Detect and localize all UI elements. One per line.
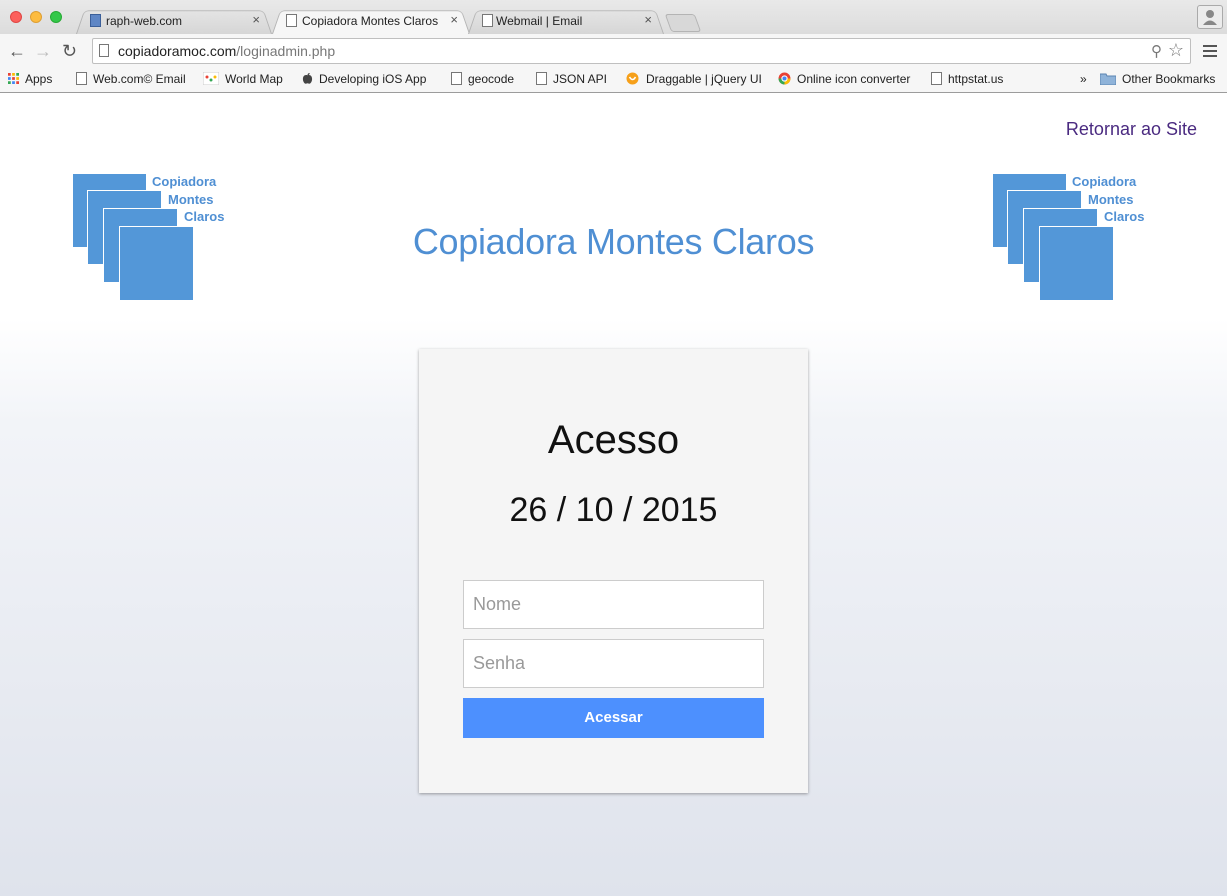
profile-button[interactable] (1197, 5, 1223, 29)
tab-title: Webmail | Email (496, 14, 583, 28)
login-card: Acesso 26 / 10 / 2015 Acessar (419, 349, 808, 793)
forward-arrow-icon[interactable]: → (34, 41, 52, 61)
bookmarks-overflow-button[interactable]: » (1080, 72, 1087, 86)
bookmark-label: Apps (25, 72, 53, 86)
folder-icon (1100, 73, 1116, 85)
logo-text: Montes (1088, 192, 1134, 207)
logo-text: Copiadora (1072, 174, 1137, 189)
page-icon (76, 72, 87, 85)
bookmark-label: geocode (468, 72, 515, 86)
minimize-window-button[interactable] (30, 11, 42, 23)
password-input[interactable] (463, 639, 764, 688)
chrome-menu-icon[interactable] (1203, 43, 1217, 60)
bookmark-label: World Map (225, 72, 283, 86)
tab-title: Copiadora Montes Claros (302, 14, 439, 28)
tab-title: raph-web.com (106, 14, 183, 28)
apple-icon (302, 73, 313, 84)
page-content: Retornar ao Site Copiadora Montes Claros… (0, 93, 1227, 896)
logo-right: Copiadora Montes Claros (992, 173, 1152, 303)
bookmark-apps[interactable]: Apps (8, 72, 52, 86)
page-icon (536, 72, 547, 85)
url-path: /loginadmin.php (236, 43, 336, 59)
logo-text: Montes (168, 192, 214, 207)
tab-close-icon[interactable]: × (644, 12, 652, 27)
tab-webmail[interactable]: Webmail | Email × (468, 8, 664, 34)
other-bookmarks-folder[interactable]: Other Bookmarks (1100, 72, 1215, 86)
login-heading: Acesso (547, 418, 680, 462)
world-map-icon (203, 72, 219, 85)
tab-close-icon[interactable]: × (252, 12, 260, 27)
url-host: copiadoramoc.com (118, 43, 237, 59)
bookmark-label: Web.com© Email (93, 72, 186, 86)
person-icon (1203, 10, 1217, 25)
tab-close-icon[interactable]: × (450, 12, 458, 27)
chrome-icon (778, 72, 791, 85)
site-favicon-icon (90, 14, 101, 27)
new-tab-button[interactable] (664, 14, 702, 32)
bookmark-world-map[interactable]: World Map (203, 72, 283, 86)
page-icon (451, 72, 462, 85)
bookmark-label: httpstat.us (948, 72, 1004, 86)
apps-grid-icon (8, 73, 19, 84)
page-icon (99, 44, 109, 57)
return-to-site-link[interactable]: Retornar ao Site (1066, 119, 1197, 140)
zoom-icon[interactable]: ⚲ (1151, 42, 1162, 60)
zoom-window-button[interactable] (50, 11, 62, 23)
bookmark-jquery-draggable[interactable]: Draggable | jQuery UI (625, 72, 762, 86)
bookmark-label: Developing iOS App (319, 72, 427, 86)
reload-icon[interactable]: ↻ (62, 41, 77, 61)
bookmark-httpstat[interactable]: httpstat.us (931, 72, 1003, 86)
bookmark-star-icon[interactable]: ☆ (1168, 40, 1184, 61)
bookmark-label: JSON API (553, 72, 608, 86)
login-date: 26 / 10 / 2015 (509, 491, 718, 529)
name-input[interactable] (463, 580, 764, 629)
bookmark-json-api[interactable]: JSON API (536, 72, 607, 86)
back-arrow-icon[interactable]: ← (8, 41, 26, 61)
page-icon (931, 72, 942, 85)
page-icon (286, 14, 297, 27)
page-icon (482, 14, 493, 27)
logo-text: Claros (1104, 209, 1145, 224)
tab-raph-web[interactable]: raph-web.com × (76, 8, 272, 34)
bookmark-label: Online icon converter (797, 72, 911, 86)
bookmark-geocode[interactable]: geocode (451, 72, 514, 86)
address-bar[interactable]: copiadoramoc.com/loginadmin.php ⚲ ☆ (92, 38, 1191, 64)
bookmark-label: Other Bookmarks (1122, 72, 1216, 86)
bookmark-label: Draggable | jQuery UI (646, 72, 762, 86)
bookmarks-bar: Apps Web.com© Email World Map Developing… (0, 68, 1227, 93)
tab-strip: raph-web.com × Copiadora Montes Claros ×… (0, 0, 1227, 34)
url-text[interactable]: copiadoramoc.com/loginadmin.php (118, 43, 335, 59)
submit-button[interactable]: Acessar (463, 698, 764, 738)
close-window-button[interactable] (10, 11, 22, 23)
logo-text: Copiadora (152, 174, 217, 189)
jquery-icon (626, 72, 639, 85)
bookmark-icon-converter[interactable]: Online icon converter (778, 72, 910, 86)
bookmark-ios-app[interactable]: Developing iOS App (302, 72, 426, 86)
bookmark-webcom-email[interactable]: Web.com© Email (76, 72, 186, 86)
tab-copiadora[interactable]: Copiadora Montes Claros × (272, 8, 470, 34)
